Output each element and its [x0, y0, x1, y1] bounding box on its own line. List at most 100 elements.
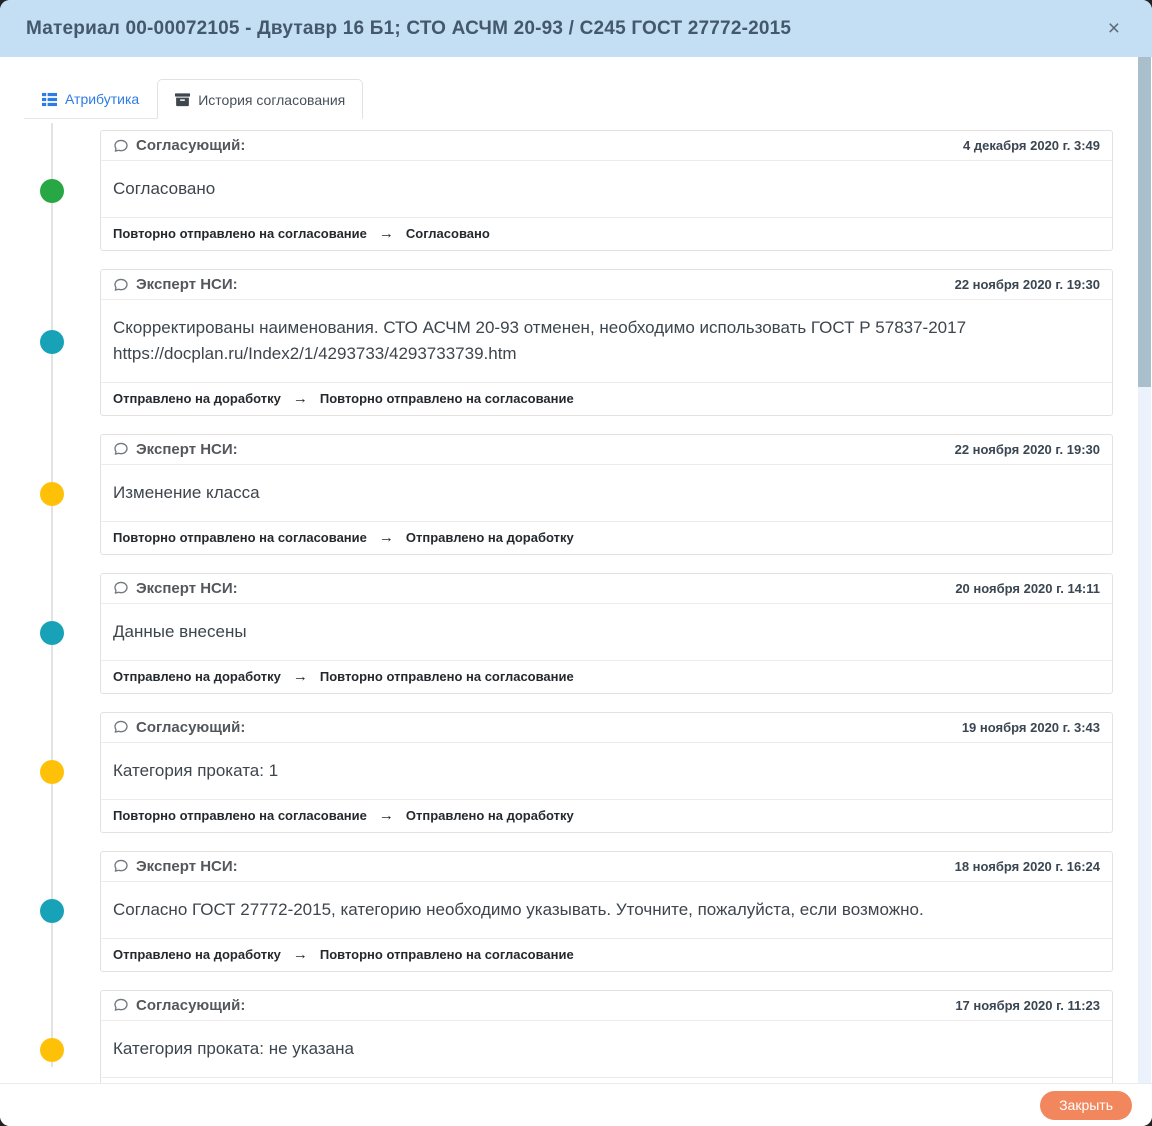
comment-icon: [113, 441, 129, 457]
comment-text: Изменение класса: [101, 465, 1112, 521]
comment-icon: [113, 858, 129, 874]
role-text: Согласующий:: [136, 137, 245, 154]
status-to: Согласовано: [406, 226, 490, 241]
role-text: Согласующий:: [136, 719, 245, 736]
history-card: Согласующий: 17 ноября 2020 г. 11:23 Кат…: [100, 990, 1113, 1083]
status-to: Повторно отправлено на согласование: [320, 669, 574, 684]
history-card: Эксперт НСИ: 22 ноября 2020 г. 19:30 Изм…: [100, 434, 1113, 555]
arrow-right-icon: →: [293, 390, 308, 407]
status-transition: Отправлено на доработку → Повторно отпра…: [101, 938, 1112, 971]
comment-icon: [113, 277, 129, 293]
card-header: Эксперт НСИ: 18 ноября 2020 г. 16:24: [101, 852, 1112, 882]
status-dot: [40, 621, 64, 645]
status-dot: [40, 760, 64, 784]
comment-icon: [113, 580, 129, 596]
status-to: Отправлено на доработку: [406, 530, 574, 545]
comment-text: Согласовано: [101, 161, 1112, 217]
status-to: Повторно отправлено на согласование: [320, 947, 574, 962]
status-dot: [40, 482, 64, 506]
role-text: Эксперт НСИ:: [136, 580, 238, 597]
role-text: Эксперт НСИ:: [136, 858, 238, 875]
history-entries: Согласующий: 4 декабря 2020 г. 3:49 Согл…: [100, 130, 1113, 1083]
history-entry: Эксперт НСИ: 18 ноября 2020 г. 16:24 Сог…: [100, 851, 1113, 972]
tab-attributes[interactable]: Атрибутика: [24, 79, 157, 118]
comment-text: Категория проката: не указана: [101, 1021, 1112, 1077]
role-label: Эксперт НСИ:: [113, 441, 238, 458]
arrow-right-icon: →: [379, 225, 394, 242]
role-label: Согласующий:: [113, 137, 245, 154]
comment-icon: [113, 719, 129, 735]
history-card: Согласующий: 4 декабря 2020 г. 3:49 Согл…: [100, 130, 1113, 251]
status-to: Повторно отправлено на согласование: [320, 391, 574, 406]
history-entry: Эксперт НСИ: 20 ноября 2020 г. 14:11 Дан…: [100, 573, 1113, 694]
list-icon: [42, 92, 57, 107]
timestamp: 18 ноября 2020 г. 16:24: [955, 859, 1100, 874]
history-card: Эксперт НСИ: 20 ноября 2020 г. 14:11 Дан…: [100, 573, 1113, 694]
role-label: Эксперт НСИ:: [113, 858, 238, 875]
comment-text: Категория проката: 1: [101, 743, 1112, 799]
role-label: Согласующий:: [113, 719, 245, 736]
timestamp: 22 ноября 2020 г. 19:30: [955, 277, 1100, 292]
status-from: Повторно отправлено на согласование: [113, 530, 367, 545]
timestamp: 22 ноября 2020 г. 19:30: [955, 442, 1100, 457]
modal-footer: Закрыть: [0, 1083, 1152, 1126]
timestamp: 20 ноября 2020 г. 14:11: [955, 581, 1100, 596]
modal-header: Материал 00-00072105 - Двутавр 16 Б1; СТ…: [0, 0, 1152, 57]
scrollbar[interactable]: [1138, 57, 1151, 1083]
tab-history[interactable]: История согласования: [157, 79, 363, 119]
history-entry: Согласующий: 17 ноября 2020 г. 11:23 Кат…: [100, 990, 1113, 1083]
card-header: Эксперт НСИ: 22 ноября 2020 г. 19:30: [101, 270, 1112, 300]
comment-text: Согласно ГОСТ 27772-2015, категорию необ…: [101, 882, 1112, 938]
role-label: Эксперт НСИ:: [113, 580, 238, 597]
comment-icon: [113, 138, 129, 154]
material-modal: Материал 00-00072105 - Двутавр 16 Б1; СТ…: [0, 0, 1152, 1126]
status-dot: [40, 179, 64, 203]
history-card: Эксперт НСИ: 22 ноября 2020 г. 19:30 Ско…: [100, 269, 1113, 416]
status-from: Повторно отправлено на согласование: [113, 808, 367, 823]
card-header: Согласующий: 17 ноября 2020 г. 11:23: [101, 991, 1112, 1021]
status-dot: [40, 899, 64, 923]
role-text: Эксперт НСИ:: [136, 441, 238, 458]
tab-history-label: История согласования: [198, 92, 345, 108]
role-text: Согласующий:: [136, 997, 245, 1014]
close-button[interactable]: Закрыть: [1040, 1091, 1132, 1120]
history-entry: Согласующий: 4 декабря 2020 г. 3:49 Согл…: [100, 130, 1113, 251]
modal-title: Материал 00-00072105 - Двутавр 16 Б1; СТ…: [26, 18, 791, 40]
tab-attributes-label: Атрибутика: [65, 91, 139, 107]
timestamp: 19 ноября 2020 г. 3:43: [962, 720, 1100, 735]
timestamp: 17 ноября 2020 г. 11:23: [955, 998, 1100, 1013]
scrollbar-thumb[interactable]: [1138, 57, 1151, 387]
timestamp: 4 декабря 2020 г. 3:49: [963, 138, 1100, 153]
card-header: Эксперт НСИ: 22 ноября 2020 г. 19:30: [101, 435, 1112, 465]
close-icon[interactable]: ×: [1102, 16, 1126, 41]
status-transition: Отправлено на доработку → Повторно отпра…: [101, 660, 1112, 693]
status-transition: Отправлено на согласование → Отправлено …: [101, 1077, 1112, 1083]
arrow-right-icon: →: [379, 807, 394, 824]
arrow-right-icon: →: [293, 668, 308, 685]
card-header: Согласующий: 4 декабря 2020 г. 3:49: [101, 131, 1112, 161]
card-header: Эксперт НСИ: 20 ноября 2020 г. 14:11: [101, 574, 1112, 604]
status-transition: Отправлено на доработку → Повторно отпра…: [101, 382, 1112, 415]
comment-text: Скорректированы наименования. СТО АСЧМ 2…: [101, 300, 1112, 382]
status-dot: [40, 1038, 64, 1062]
history-timeline: Согласующий: 4 декабря 2020 г. 3:49 Согл…: [0, 119, 1152, 1083]
history-card: Согласующий: 19 ноября 2020 г. 3:43 Кате…: [100, 712, 1113, 833]
arrow-right-icon: →: [379, 529, 394, 546]
status-from: Отправлено на доработку: [113, 947, 281, 962]
status-transition: Повторно отправлено на согласование → От…: [101, 799, 1112, 832]
role-label: Эксперт НСИ:: [113, 276, 238, 293]
status-transition: Повторно отправлено на согласование → От…: [101, 521, 1112, 554]
history-card: Эксперт НСИ: 18 ноября 2020 г. 16:24 Сог…: [100, 851, 1113, 972]
history-entry: Эксперт НСИ: 22 ноября 2020 г. 19:30 Ско…: [100, 269, 1113, 416]
arrow-right-icon: →: [293, 946, 308, 963]
status-from: Отправлено на доработку: [113, 669, 281, 684]
status-dot: [40, 330, 64, 354]
status-from: Повторно отправлено на согласование: [113, 226, 367, 241]
archive-icon: [175, 92, 190, 107]
history-entry: Согласующий: 19 ноября 2020 г. 3:43 Кате…: [100, 712, 1113, 833]
comment-icon: [113, 997, 129, 1013]
history-entry: Эксперт НСИ: 22 ноября 2020 г. 19:30 Изм…: [100, 434, 1113, 555]
comment-text: Данные внесены: [101, 604, 1112, 660]
timeline-line: [51, 123, 53, 1067]
tab-bar: Атрибутика История согласования: [24, 79, 1152, 119]
